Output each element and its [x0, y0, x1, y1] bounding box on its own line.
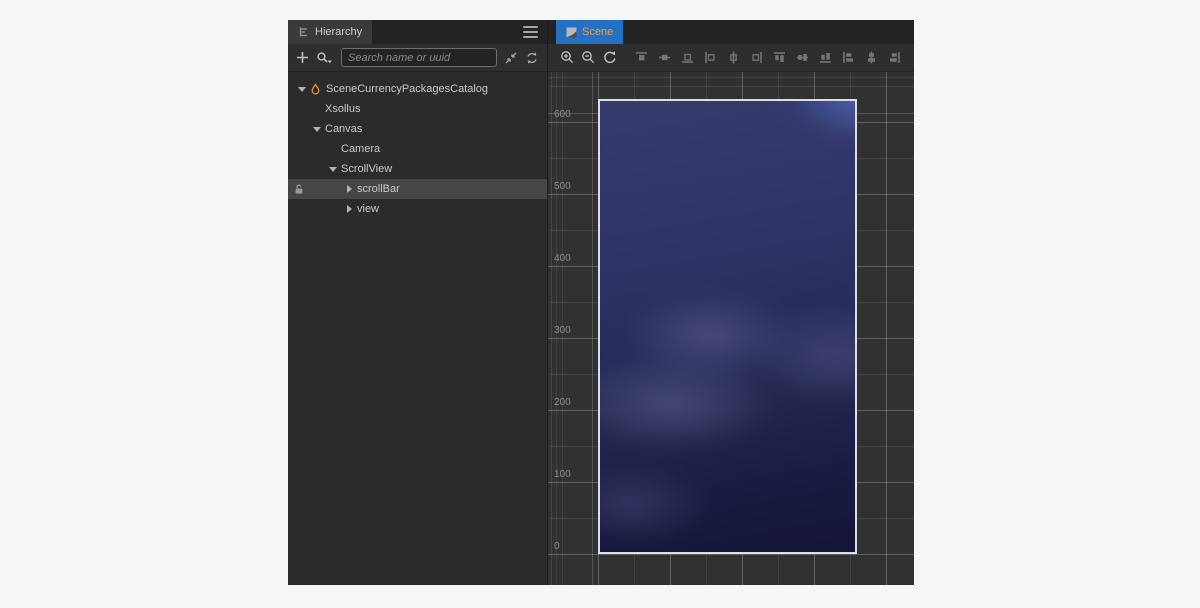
tree-item-scene-root[interactable]: SceneCurrencyPackagesCatalog	[288, 79, 547, 99]
align-left-icon[interactable]	[703, 50, 718, 65]
tree-item-scrollview[interactable]: ScrollView	[288, 159, 547, 179]
tree-item-scrollbar[interactable]: scrollBar	[288, 179, 547, 199]
distribute-right-icon[interactable]	[887, 50, 902, 65]
hierarchy-tree-icon	[298, 26, 310, 38]
zoom-out-icon[interactable]	[581, 50, 596, 65]
scene-toolbar	[548, 44, 914, 72]
distribute-bottom-icon[interactable]	[818, 50, 833, 65]
align-horizontal-center-icon[interactable]	[726, 50, 741, 65]
tree-item-label: view	[357, 203, 379, 215]
tab-scene[interactable]: Scene	[556, 20, 623, 44]
scene-image-icon	[566, 27, 577, 38]
tree-item-xsollus[interactable]: Xsollus	[288, 99, 547, 119]
ruler-label: 200	[554, 397, 571, 408]
distribute-vertical-center-icon[interactable]	[795, 50, 810, 65]
tab-scene-label: Scene	[582, 26, 613, 38]
ruler-label: 300	[554, 325, 571, 336]
ruler-label: 600	[554, 109, 571, 120]
ruler-label: 400	[554, 253, 571, 264]
expand-arrow[interactable]	[343, 183, 355, 195]
expand-arrow[interactable]	[327, 163, 339, 175]
flame-icon	[308, 82, 322, 96]
distribute-top-icon[interactable]	[772, 50, 787, 65]
ruler-label: 500	[554, 181, 571, 192]
hierarchy-tree: SceneCurrencyPackagesCatalog Xsollus Can…	[288, 72, 547, 585]
expand-arrow[interactable]	[296, 83, 308, 95]
zoom-in-icon[interactable]	[560, 50, 575, 65]
align-right-icon[interactable]	[749, 50, 764, 65]
canvas-content-image	[598, 99, 857, 554]
distribute-horizontal-center-icon[interactable]	[864, 50, 879, 65]
plus-icon[interactable]	[296, 51, 309, 64]
unlock-icon[interactable]	[293, 183, 305, 195]
hamburger-icon[interactable]	[523, 26, 538, 38]
expand-arrow[interactable]	[311, 123, 323, 135]
scene-panel: Scene	[548, 20, 914, 585]
tab-hierarchy[interactable]: Hierarchy	[288, 20, 372, 44]
hierarchy-toolbar	[288, 44, 547, 72]
ruler-label: 0	[554, 541, 560, 552]
tree-item-canvas[interactable]: Canvas	[288, 119, 547, 139]
distribute-left-icon[interactable]	[841, 50, 856, 65]
tree-item-camera[interactable]: Camera	[288, 139, 547, 159]
scene-canvas[interactable]	[598, 99, 857, 554]
scene-tab-bar: Scene	[548, 20, 914, 44]
tree-item-label: SceneCurrencyPackagesCatalog	[326, 83, 488, 95]
search-input[interactable]	[341, 48, 497, 67]
zoom-tools	[560, 50, 617, 65]
desktop-background: Hierarchy	[0, 0, 1200, 608]
ruler-label: 100	[554, 469, 571, 480]
tree-item-label: ScrollView	[341, 163, 392, 175]
align-top-icon[interactable]	[634, 50, 649, 65]
reset-rotation-icon[interactable]	[602, 50, 617, 65]
tree-item-label: Xsollus	[325, 103, 360, 115]
hierarchy-panel: Hierarchy	[288, 20, 548, 585]
tree-item-label: Canvas	[325, 123, 362, 135]
hierarchy-tab-bar: Hierarchy	[288, 20, 547, 44]
tab-hierarchy-label: Hierarchy	[315, 26, 362, 38]
tree-item-label: scrollBar	[357, 183, 400, 195]
refresh-icon[interactable]	[525, 51, 539, 65]
expand-arrow[interactable]	[343, 203, 355, 215]
align-tools	[634, 50, 902, 65]
collapse-all-icon[interactable]	[504, 51, 518, 65]
align-bottom-icon[interactable]	[680, 50, 695, 65]
search-dropdown-icon[interactable]	[316, 51, 334, 65]
align-vertical-center-icon[interactable]	[657, 50, 672, 65]
editor-window: Hierarchy	[288, 20, 910, 585]
tree-item-label: Camera	[341, 143, 380, 155]
tree-item-view[interactable]: view	[288, 199, 547, 219]
scene-viewport[interactable]: 600 500 400 300 200 100 0	[548, 72, 914, 585]
